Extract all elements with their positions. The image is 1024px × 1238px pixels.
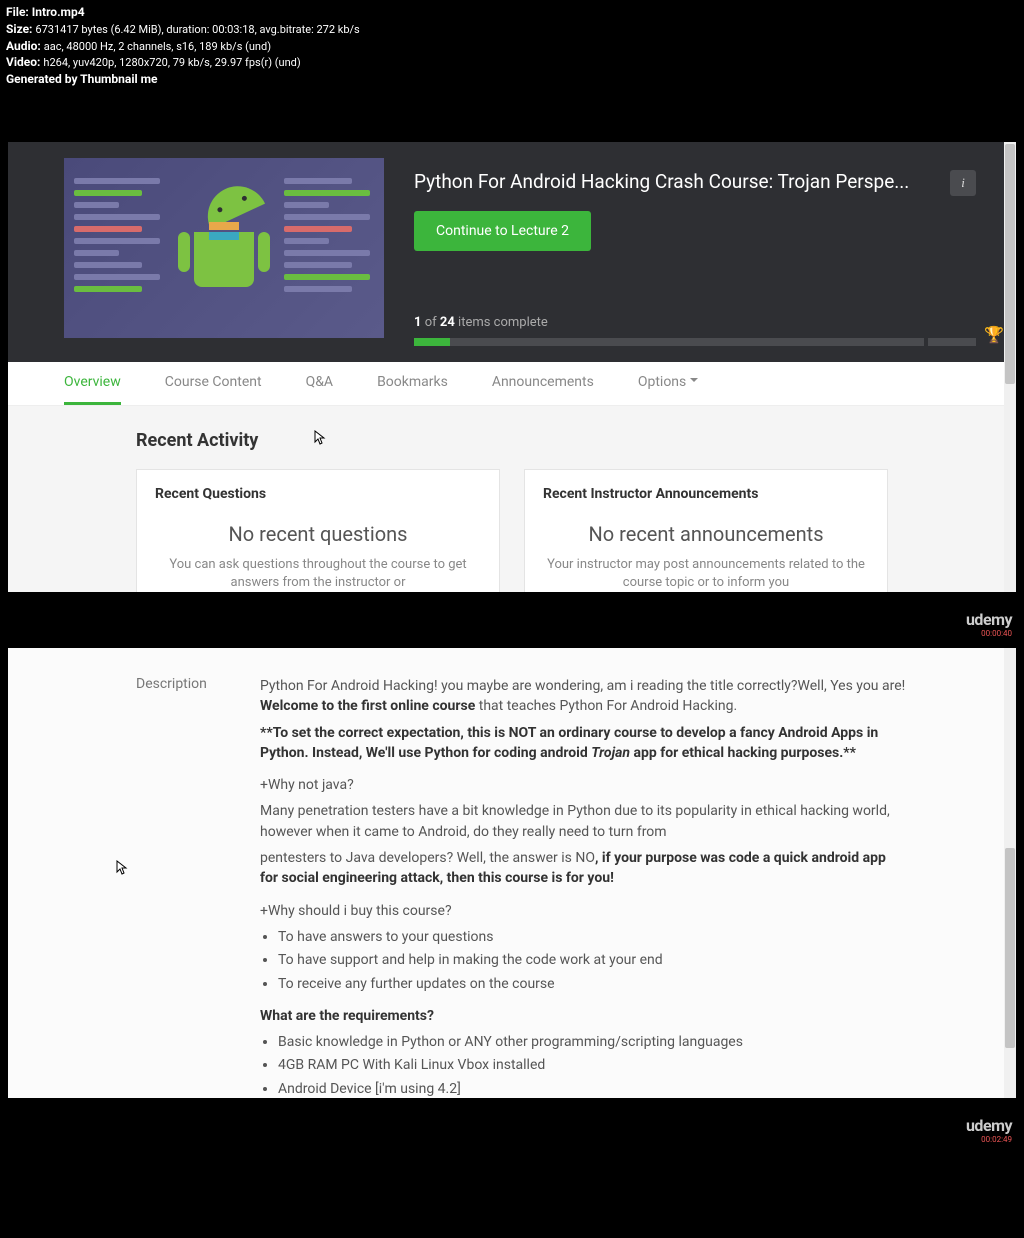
watermark: udemy 00:02:49 <box>966 1116 1012 1144</box>
scrollbar[interactable] <box>1004 142 1016 592</box>
course-title: Python For Android Hacking Crash Course:… <box>414 170 986 193</box>
trophy-icon: 🏆 <box>984 325 1004 344</box>
recent-announcements-card: Recent Instructor Announcements No recen… <box>524 469 888 592</box>
continue-button[interactable]: Continue to Lecture 2 <box>414 211 591 251</box>
tab-bar: Overview Course Content Q&A Bookmarks An… <box>8 362 1016 406</box>
course-hero: Python For Android Hacking Crash Course:… <box>8 142 1016 362</box>
description-content: Python For Android Hacking! you maybe ar… <box>260 676 906 1098</box>
requirements-heading: What are the requirements? <box>260 1006 906 1026</box>
course-thumbnail <box>64 158 384 338</box>
list-item: Basic knowledge in Python or ANY other p… <box>278 1032 906 1052</box>
cursor-icon <box>116 860 128 880</box>
list-item: 4GB RAM PC With Kali Linux Vbox installe… <box>278 1055 906 1075</box>
frame-1: Python For Android Hacking Crash Course:… <box>8 142 1016 592</box>
list-item: To have answers to your questions <box>278 927 906 947</box>
chevron-down-icon <box>690 378 698 386</box>
tab-qa[interactable]: Q&A <box>306 362 333 405</box>
info-icon[interactable]: i <box>950 170 976 196</box>
recent-questions-card: Recent Questions No recent questions You… <box>136 469 500 592</box>
cursor-icon <box>314 430 326 450</box>
android-icon <box>174 200 274 320</box>
recent-activity-heading: Recent Activity <box>136 430 1016 451</box>
watermark: udemy 00:00:40 <box>966 610 1012 638</box>
tab-course-content[interactable]: Course Content <box>165 362 262 405</box>
tab-bookmarks[interactable]: Bookmarks <box>377 362 448 405</box>
frame-2: Description Python For Android Hacking! … <box>8 648 1016 1098</box>
tab-options[interactable]: Options <box>638 362 698 405</box>
video-metadata: File: Intro.mp4 Size: 6731417 bytes (6.4… <box>0 0 1024 92</box>
tab-overview[interactable]: Overview <box>64 362 121 405</box>
description-label: Description <box>136 676 260 1098</box>
tab-announcements[interactable]: Announcements <box>492 362 594 405</box>
list-item: To have support and help in making the c… <box>278 950 906 970</box>
list-item: To receive any further updates on the co… <box>278 974 906 994</box>
scrollbar[interactable] <box>1004 648 1016 1098</box>
progress-section: 1 of 24 items complete <box>414 315 976 346</box>
progress-bar <box>414 338 976 346</box>
list-item: Android Device [i'm using 4.2] <box>278 1079 906 1098</box>
